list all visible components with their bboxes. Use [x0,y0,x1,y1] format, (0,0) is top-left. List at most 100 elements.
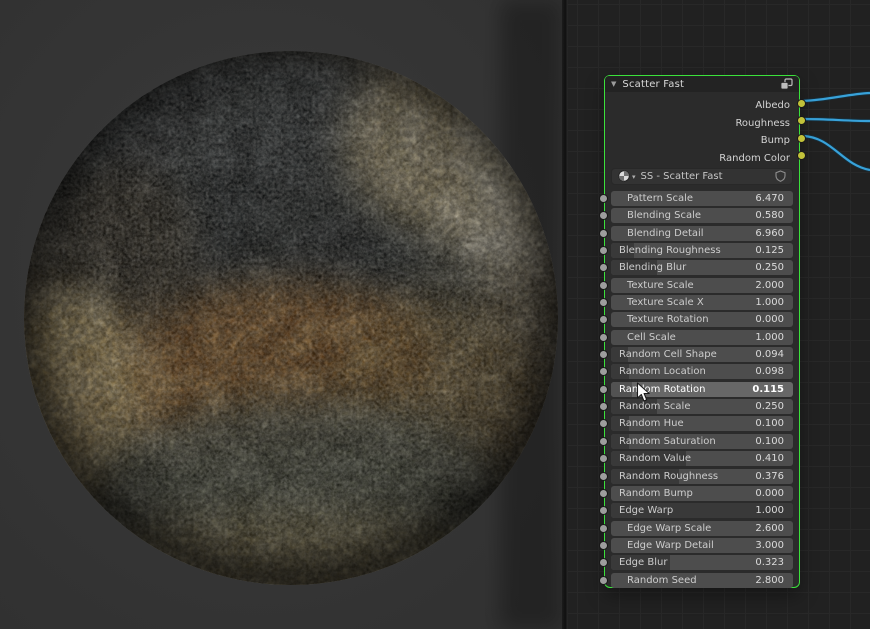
output-socket-bump[interactable] [797,134,806,143]
input-socket[interactable] [599,524,608,533]
node-header[interactable]: ▼ Scatter Fast [605,76,799,92]
input-socket[interactable] [599,367,608,376]
param-row-cell-scale[interactable]: Cell Scale1.000 [611,330,793,345]
output-socket-roughness[interactable] [797,116,806,125]
param-label: Texture Scale X [627,295,704,310]
param-row-random-hue[interactable]: Random Hue0.100 [611,416,793,431]
output-row-random-color: Random Color [605,147,799,165]
param-label: Texture Rotation [627,312,709,327]
param-label: Random Saturation [619,434,716,449]
output-row-bump: Bump [605,129,799,147]
param-value: 0.125 [755,243,784,258]
param-value: 0.580 [755,208,784,223]
param-row-random-value[interactable]: Random Value0.410 [611,451,793,466]
param-value: 0.376 [755,469,784,484]
param-value: 0.000 [755,312,784,327]
param-value: 6.470 [755,191,784,206]
param-label: Random Bump [619,486,693,501]
param-label: Random Roughness [619,469,718,484]
param-row-blending-scale[interactable]: Blending Scale0.580 [611,208,793,223]
input-socket[interactable] [599,402,608,411]
param-row-edge-warp[interactable]: Edge Warp1.000 [611,503,793,518]
input-socket[interactable] [599,472,608,481]
param-row-edge-warp-scale[interactable]: Edge Warp Scale 2.600 [611,521,793,536]
node-parameters: Pattern Scale 6.470 Blending Scale0.580 B… [611,191,793,588]
param-row-blending-blur[interactable]: Blending Blur 0.250 [611,260,793,275]
param-row-edge-warp-detail[interactable]: Edge Warp Detail 3.000 [611,538,793,553]
param-label: Pattern Scale [627,191,693,206]
output-socket-albedo[interactable] [797,99,806,108]
shield-fake-user-icon[interactable] [775,167,786,186]
param-row-random-seed[interactable]: Random Seed 2.800 [611,573,793,588]
input-socket[interactable] [599,298,608,307]
param-row-random-location[interactable]: Random Location0.098 [611,364,793,379]
param-label: Edge Warp Scale [627,521,711,536]
input-socket[interactable] [599,194,608,203]
param-value: 2.600 [755,521,784,536]
input-socket[interactable] [599,489,608,498]
param-row-texture-rotation[interactable]: Texture Rotation 0.000 [611,312,793,327]
param-value: 0.100 [755,434,784,449]
param-value: 0.410 [755,451,784,466]
param-value: 1.000 [755,330,784,345]
param-label: Random Seed [627,573,697,588]
node-outputs: Albedo Roughness Bump Random Color [605,94,799,164]
input-socket[interactable] [599,437,608,446]
3d-viewport[interactable] [0,0,562,629]
input-socket[interactable] [599,541,608,550]
output-socket-random-color[interactable] [797,151,806,160]
param-row-pattern-scale[interactable]: Pattern Scale 6.470 [611,191,793,206]
param-value: 1.000 [755,503,784,518]
param-value: 3.000 [755,538,784,553]
param-row-blending-detail[interactable]: Blending Detail6.960 [611,226,793,241]
param-row-random-rotation[interactable]: Random Rotation0.115 [611,382,793,397]
input-socket[interactable] [599,281,608,290]
param-label: Blending Blur [619,260,686,275]
param-value: 0.000 [755,486,784,501]
param-row-texture-scale-x[interactable]: Texture Scale X1.000 [611,295,793,310]
output-label: Albedo [755,100,790,111]
node-group-icon [780,75,793,94]
param-value: 0.250 [755,260,784,275]
shader-node-editor[interactable]: ▼ Scatter Fast Albedo Roughness [568,0,870,629]
param-label: Edge Warp Detail [627,538,714,553]
param-value: 0.094 [755,347,784,362]
param-row-texture-scale[interactable]: Texture Scale2.000 [611,278,793,293]
param-value: 0.323 [755,555,784,570]
param-row-blending-roughness[interactable]: Blending Roughness0.125 [611,243,793,258]
input-socket[interactable] [599,350,608,359]
collapse-triangle-icon[interactable]: ▼ [611,76,616,92]
input-socket[interactable] [599,419,608,428]
node-group-selector[interactable]: ▾ SS - Scatter Fast [611,168,793,185]
input-socket[interactable] [599,246,608,255]
param-label: Texture Scale [627,278,694,293]
output-label: Random Color [719,153,790,164]
param-row-edge-blur[interactable]: Edge Blur0.323 [611,555,793,570]
input-socket[interactable] [599,315,608,324]
param-row-random-scale[interactable]: Random Scale0.250 [611,399,793,414]
param-label: Random Hue [619,416,684,431]
input-socket[interactable] [599,558,608,567]
scatter-fast-node[interactable]: ▼ Scatter Fast Albedo Roughness [604,75,800,588]
param-label: Blending Detail [627,226,704,241]
input-socket[interactable] [599,385,608,394]
param-row-random-bump[interactable]: Random Bump 0.000 [611,486,793,501]
input-socket[interactable] [599,263,608,272]
param-row-random-saturation[interactable]: Random Saturation 0.100 [611,434,793,449]
param-row-random-roughness[interactable]: Random Roughness 0.376 [611,469,793,484]
param-label: Random Scale [619,399,690,414]
input-socket[interactable] [599,229,608,238]
input-socket[interactable] [599,576,608,585]
input-socket[interactable] [599,333,608,342]
param-value: 2.800 [755,573,784,588]
param-value: 0.115 [752,382,784,397]
output-label: Roughness [735,118,790,129]
input-socket[interactable] [599,454,608,463]
input-socket[interactable] [599,506,608,515]
output-label: Bump [761,135,790,146]
chevron-down-icon: ▾ [632,173,636,181]
input-socket[interactable] [599,211,608,220]
node-group-name: SS - Scatter Fast [641,171,775,182]
param-row-random-cell-shape[interactable]: Random Cell Shape0.094 [611,347,793,362]
param-label: Random Location [619,364,706,379]
